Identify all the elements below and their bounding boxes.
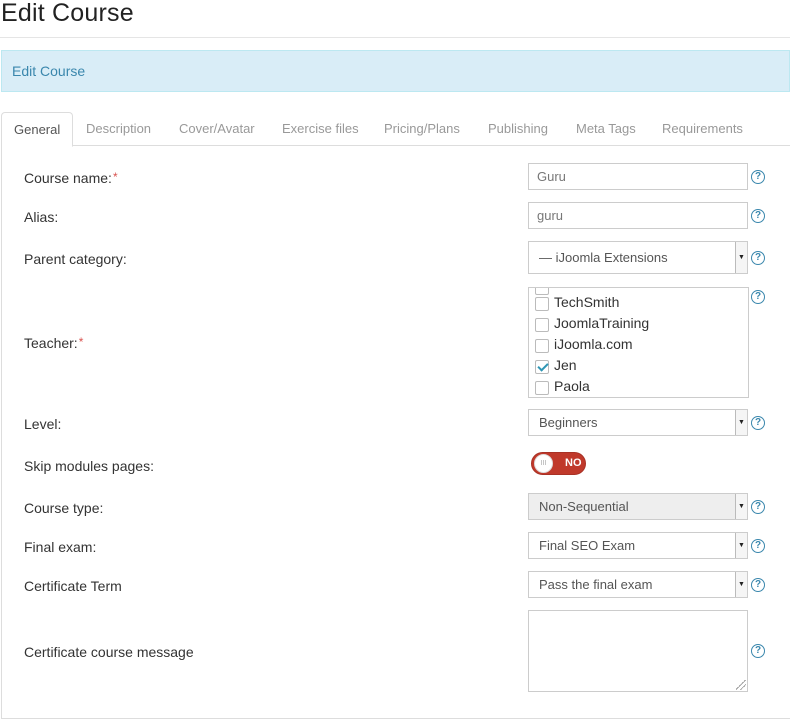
required-marker: * (78, 335, 84, 349)
skip-modules-toggle[interactable]: III NO (531, 452, 586, 475)
required-marker: * (112, 170, 118, 184)
tab-exercise-files[interactable]: Exercise files (282, 112, 359, 146)
page-title: Edit Course (1, 0, 134, 27)
skip-modules-label: Skip modules pages: (24, 458, 154, 474)
help-icon[interactable]: ? (751, 251, 765, 265)
tab-meta-tags[interactable]: Meta Tags (576, 112, 636, 146)
teacher-name: Paola (554, 378, 590, 394)
help-icon[interactable]: ? (751, 170, 765, 184)
help-icon[interactable]: ? (751, 644, 765, 658)
tab-requirements[interactable]: Requirements (662, 112, 743, 146)
parent-category-value: — iJoomla Extensions (539, 250, 668, 265)
level-label: Level: (24, 416, 62, 432)
checkbox[interactable] (535, 297, 549, 311)
tab-general[interactable]: General (1, 112, 74, 147)
chevron-down-icon: ▼ (735, 572, 747, 597)
resize-handle-icon[interactable] (736, 680, 746, 690)
tab-description[interactable]: Description (86, 112, 151, 146)
alias-label: Alias: (24, 209, 59, 225)
tab-bar: General Description Cover/Avatar Exercis… (1, 112, 790, 147)
course-type-label: Course type: (24, 500, 104, 516)
toggle-knob: III (534, 454, 553, 473)
help-icon[interactable]: ? (751, 290, 765, 304)
help-icon[interactable]: ? (751, 539, 765, 553)
checkbox-checked[interactable] (535, 360, 549, 374)
help-icon[interactable]: ? (751, 578, 765, 592)
level-select[interactable]: Beginners ▼ (528, 409, 748, 436)
tab-pricing-plans[interactable]: Pricing/Plans (384, 112, 460, 146)
certificate-term-label: Certificate Term (24, 578, 122, 594)
final-exam-label: Final exam: (24, 539, 97, 555)
teacher-name: TechSmith (554, 294, 620, 310)
course-type-select[interactable]: Non-Sequential ▼ (528, 493, 748, 520)
tab-cover-avatar[interactable]: Cover/Avatar (179, 112, 255, 146)
parent-category-select[interactable]: — iJoomla Extensions ▼ (528, 241, 748, 274)
checkbox[interactable] (535, 318, 549, 332)
final-exam-value: Final SEO Exam (539, 538, 636, 553)
checkbox[interactable] (535, 381, 549, 395)
course-name-label: Course name:* (24, 170, 118, 186)
course-type-value: Non-Sequential (539, 499, 629, 514)
certificate-message-textarea[interactable] (528, 610, 748, 692)
level-value: Beginners (539, 415, 598, 430)
chevron-down-icon: ▼ (735, 494, 747, 519)
help-icon[interactable]: ? (751, 209, 765, 223)
checkbox[interactable] (535, 288, 549, 295)
chevron-down-icon: ▼ (735, 242, 747, 273)
certificate-message-label: Certificate course message (24, 644, 194, 660)
teacher-name: Jen (554, 357, 577, 373)
teacher-name: iJoomla.com (554, 336, 633, 352)
help-icon[interactable]: ? (751, 500, 765, 514)
chevron-down-icon: ▼ (735, 410, 747, 435)
alias-input[interactable] (528, 202, 748, 229)
teacher-list[interactable]: TechSmith JoomlaTraining iJoomla.com Jen… (528, 287, 749, 398)
info-bar: Edit Course (1, 50, 790, 92)
course-name-input[interactable] (528, 163, 748, 190)
certificate-term-value: Pass the final exam (539, 577, 653, 592)
tab-publishing[interactable]: Publishing (488, 112, 548, 146)
final-exam-select[interactable]: Final SEO Exam ▼ (528, 532, 748, 559)
teacher-name: JoomlaTraining (554, 315, 650, 331)
help-icon[interactable]: ? (751, 416, 765, 430)
checkbox[interactable] (535, 339, 549, 353)
toggle-state-text: NO (565, 457, 582, 469)
certificate-term-select[interactable]: Pass the final exam ▼ (528, 571, 748, 598)
title-divider (0, 37, 790, 38)
parent-category-label: Parent category: (24, 251, 127, 267)
chevron-down-icon: ▼ (735, 533, 747, 558)
teacher-label: Teacher:* (24, 335, 84, 351)
